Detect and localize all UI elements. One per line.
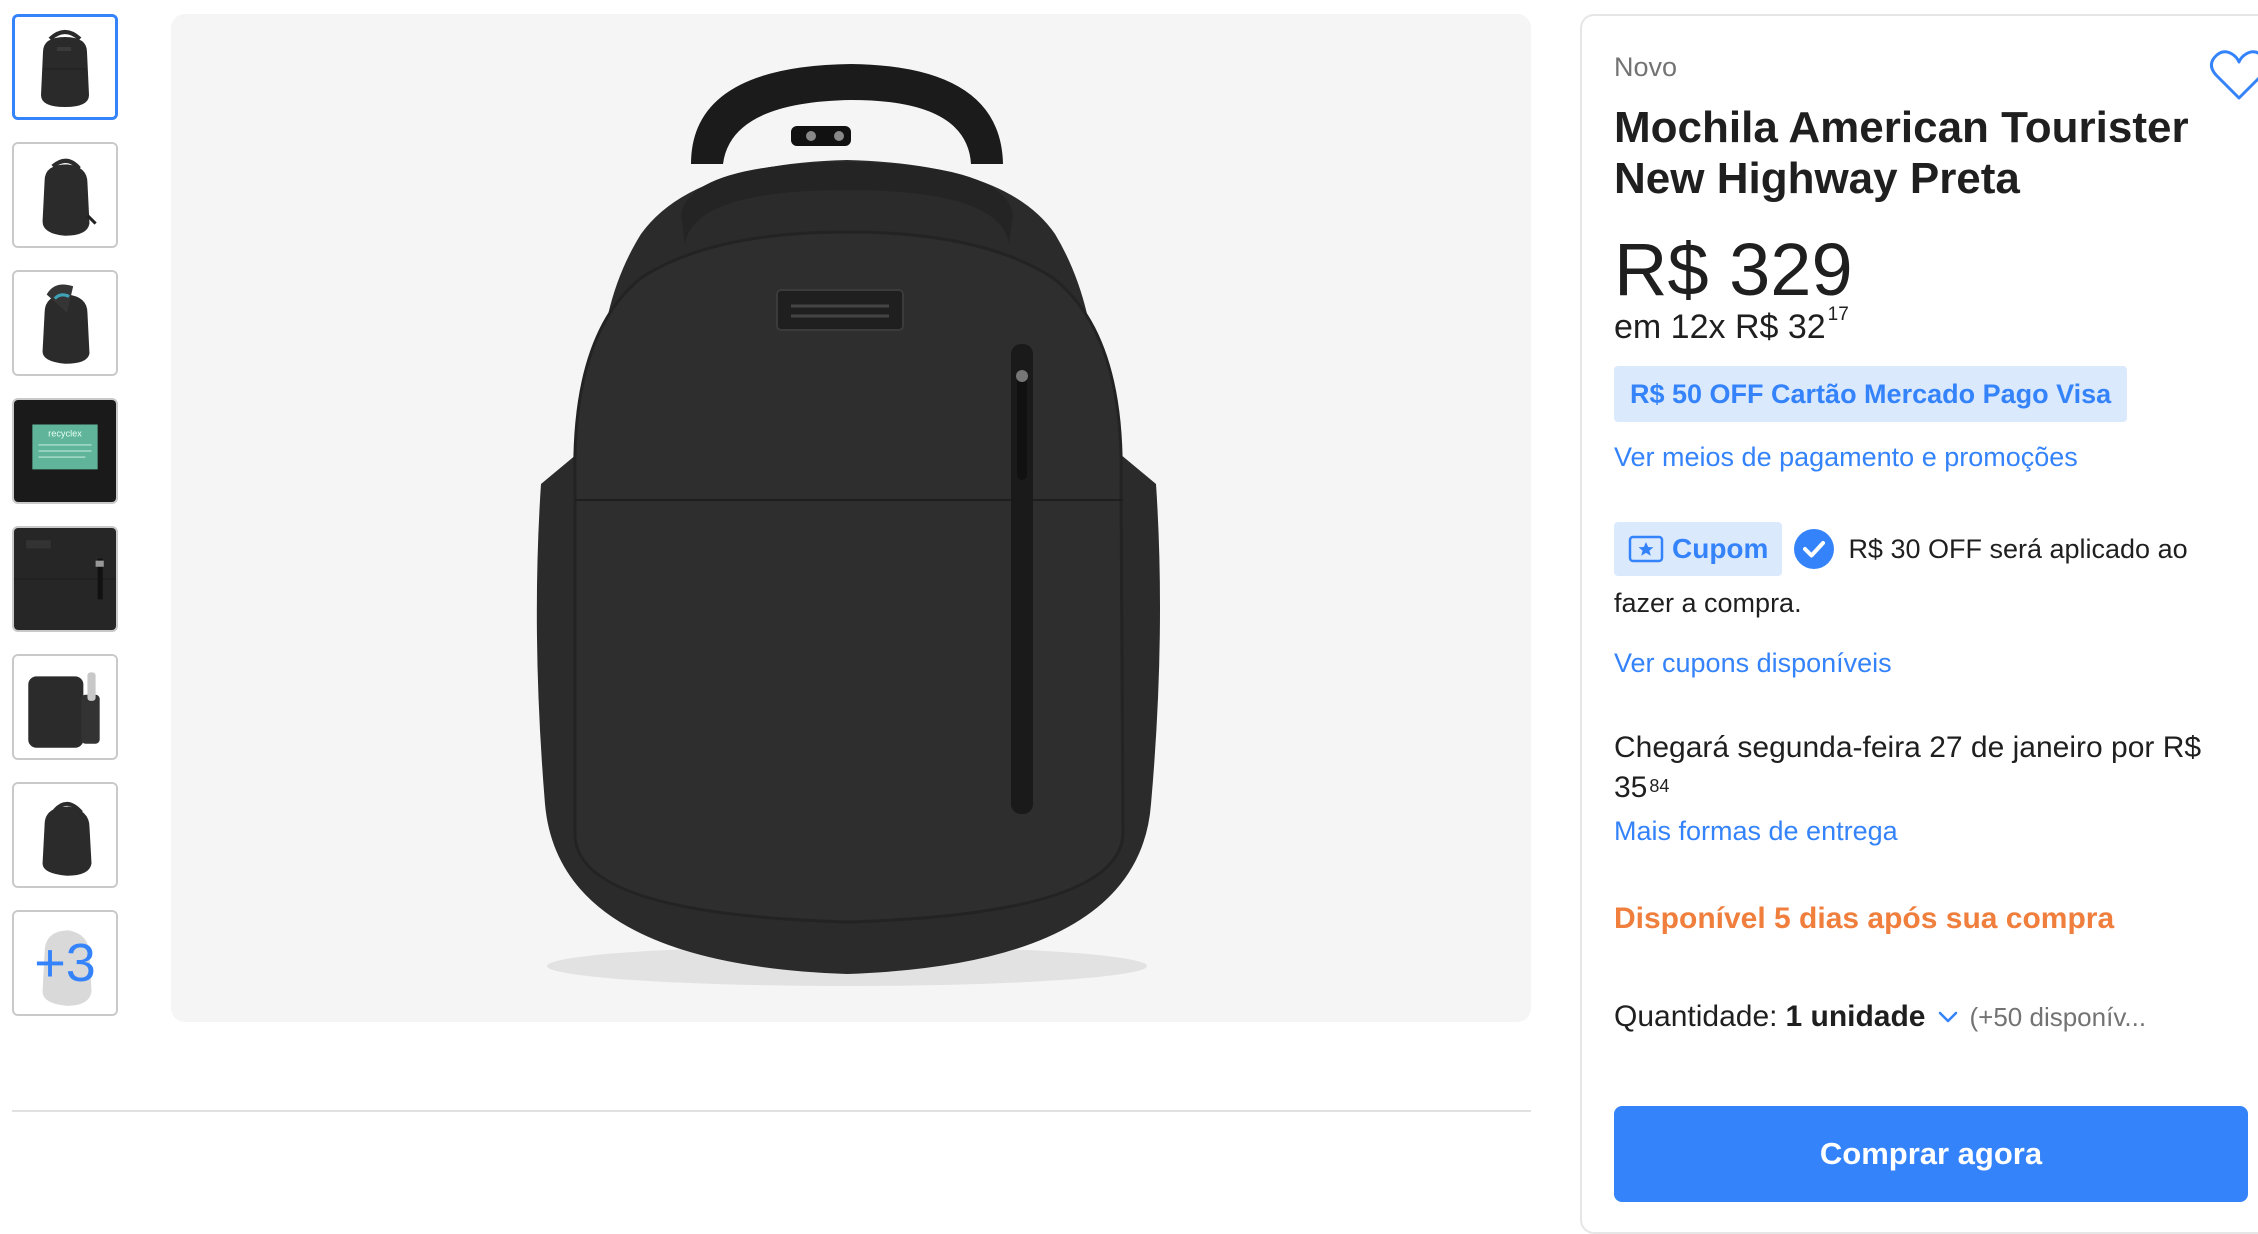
stock-count: (+50 disponív... <box>1969 1001 2147 1032</box>
main-product-image[interactable] <box>171 14 1531 1022</box>
chevron-down-icon[interactable] <box>1936 1005 1960 1029</box>
backpack-angle2-thumbnail <box>14 784 116 886</box>
section-divider <box>12 1110 1531 1112</box>
svg-text:recyclex: recyclex <box>48 429 82 439</box>
coupon-label: Cupom <box>1672 533 1769 564</box>
thumbnail-1[interactable] <box>12 14 118 120</box>
coupon-ticket-icon <box>1628 535 1664 563</box>
product-condition: Novo <box>1614 52 1678 82</box>
thumbnail-7[interactable] <box>12 782 118 888</box>
delivery-text: Chegará segunda-feira 27 de janeiro por … <box>1614 731 2202 804</box>
coupon-row: Cupom R$ 30 OFF será aplicado ao fazer a… <box>1614 522 2224 628</box>
backpack-detail-thumbnail <box>14 528 116 630</box>
backpack-open-thumbnail <box>14 272 116 374</box>
thumbnail-2[interactable] <box>12 142 118 248</box>
buy-box: Novo Mochila American Tourister New High… <box>1580 14 2258 1234</box>
product-price: R$ 329 <box>1614 228 1853 311</box>
heart-icon <box>2209 50 2258 100</box>
availability-notice: Disponível 5 dias após sua compra <box>1614 902 2115 935</box>
coupon-badge[interactable]: Cupom <box>1614 522 1783 576</box>
product-title: Mochila American Tourister New Highway P… <box>1614 103 2189 203</box>
delivery-cents: 84 <box>1649 776 1670 796</box>
delivery-info: Chegará segunda-feira 27 de janeiro por … <box>1614 728 2224 808</box>
installments-cents: 17 <box>1827 304 1849 325</box>
favorite-button[interactable] <box>2206 46 2258 106</box>
buy-now-button[interactable]: Comprar agora <box>1614 1106 2248 1202</box>
thumbnail-6[interactable] <box>12 654 118 760</box>
thumbnail-3[interactable] <box>12 270 118 376</box>
quantity-selector: Quantidade: 1 unidade (+50 disponív... <box>1614 1000 2146 1034</box>
payment-methods-link[interactable]: Ver meios de pagamento e promoções <box>1614 442 2078 473</box>
promo-badge: R$ 50 OFF Cartão Mercado Pago Visa <box>1614 366 2128 422</box>
available-coupons-link[interactable]: Ver cupons disponíveis <box>1614 648 1892 679</box>
more-images-label: +3 <box>34 933 96 993</box>
thumbnail-4[interactable]: recyclex <box>12 398 118 504</box>
installments: em 12x R$ 32 17 <box>1614 304 1849 347</box>
thumbnail-more[interactable]: +3 <box>12 910 118 1016</box>
quantity-value[interactable]: 1 unidade <box>1785 1000 1925 1034</box>
backpack-front-thumbnail <box>15 17 115 117</box>
recyclex-label-thumbnail: recyclex <box>14 400 116 502</box>
backpack-main-image <box>171 14 1531 1022</box>
check-icon <box>1794 529 1835 569</box>
quantity-label: Quantidade: <box>1614 1000 1778 1033</box>
more-delivery-options-link[interactable]: Mais formas de entrega <box>1614 816 1898 847</box>
backpack-angle-thumbnail <box>14 144 116 246</box>
installments-amount: em 12x R$ 32 <box>1614 308 1826 346</box>
backpack-side-bottle-thumbnail <box>14 656 116 758</box>
thumbnail-5[interactable] <box>12 526 118 632</box>
